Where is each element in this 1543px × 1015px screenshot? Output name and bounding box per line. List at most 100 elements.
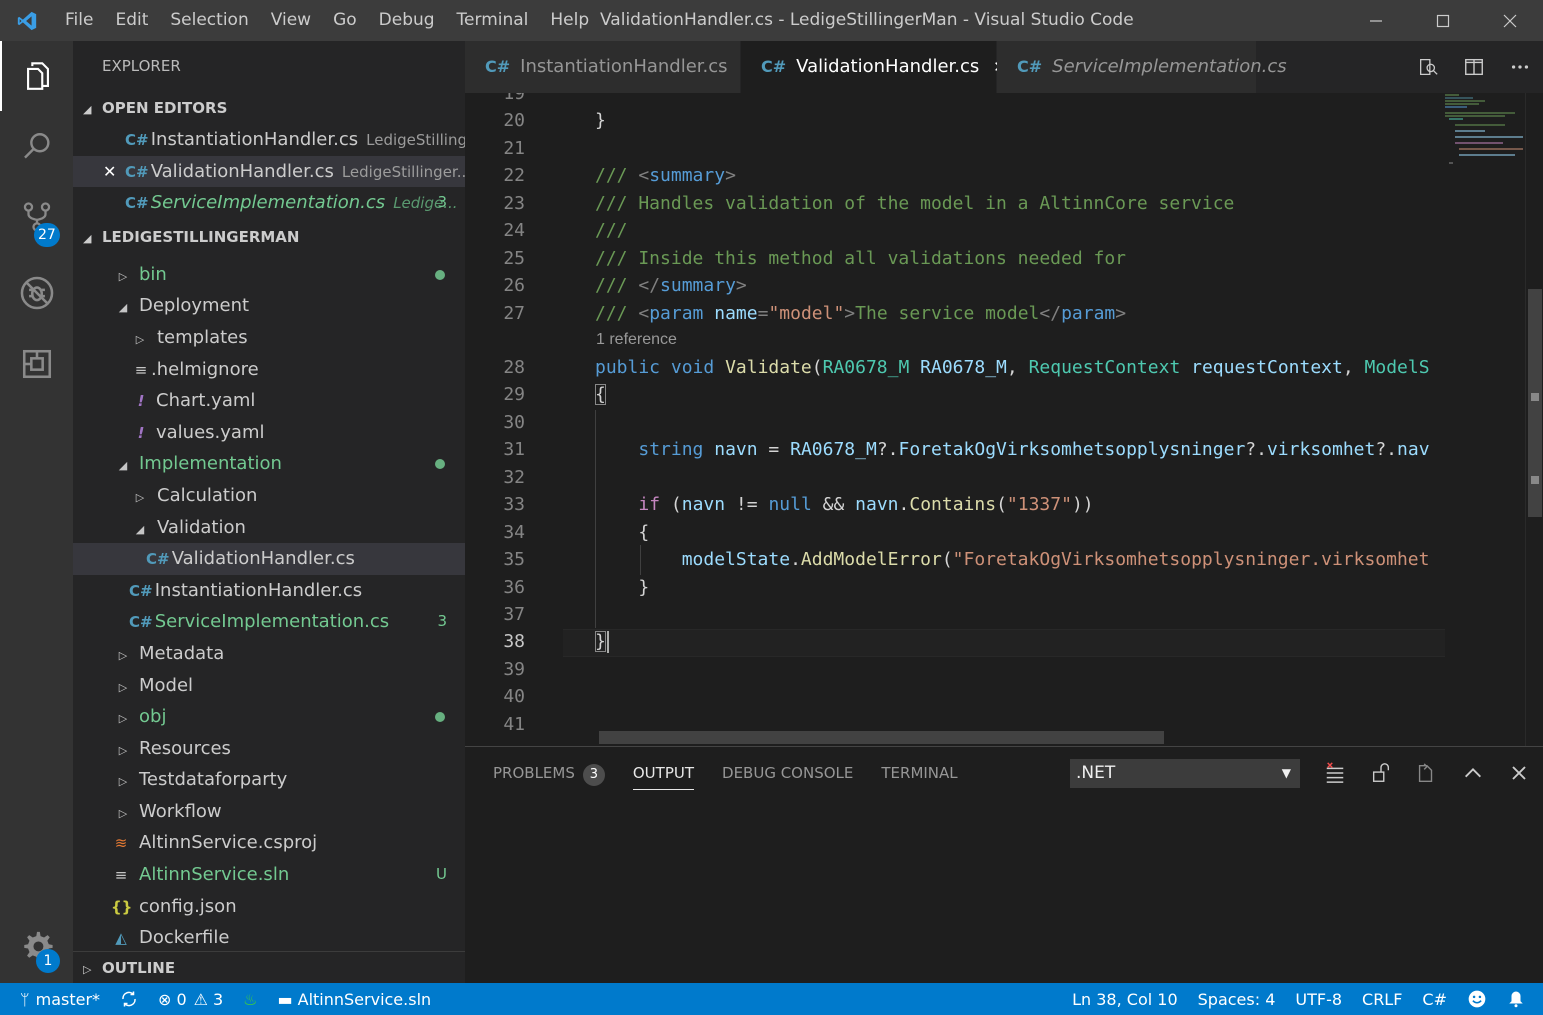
tab-label: TERMINAL (881, 764, 958, 782)
tree-file-serviceimplementation[interactable]: C# ServiceImplementation.cs 3 (73, 606, 465, 638)
code-token: ?. (1245, 439, 1267, 460)
panel-tabs: PROBLEMS 3 OUTPUT DEBUG CONSOLE TERMINAL (493, 747, 986, 799)
notifications-bell-icon[interactable] (1497, 990, 1543, 1008)
flame-icon[interactable]: ♨ (233, 990, 267, 1009)
tree-file-validationhandler[interactable]: C# ValidationHandler.cs (73, 543, 465, 575)
tree-file-csproj[interactable]: ≋ AltinnService.csproj (73, 827, 465, 859)
code-token: The service model (855, 303, 1040, 324)
horizontal-scrollbar-thumb[interactable] (599, 731, 1164, 744)
line-number: 21 (503, 138, 525, 159)
open-editors-header[interactable]: ◢ OPEN EDITORS (73, 92, 465, 124)
tab-validationhandler[interactable]: C#ValidationHandler.cs✕ (741, 41, 1006, 93)
extensions-icon[interactable] (0, 329, 73, 399)
tree-file-instantiationhandler[interactable]: C# InstantiationHandler.cs (73, 575, 465, 607)
debug-icon[interactable] (0, 258, 73, 328)
tab-output[interactable]: OUTPUT (632, 747, 695, 799)
menu-selection[interactable]: Selection (159, 0, 259, 41)
menu-view[interactable]: View (260, 0, 322, 41)
tree-folder-obj[interactable]: ▷ obj (73, 701, 465, 733)
minimap[interactable] (1445, 93, 1525, 746)
code-editor[interactable]: 19 20 21 22 23 24 25 26 27 28 29 30 31 3… (465, 93, 1445, 746)
lock-scroll-icon[interactable] (1358, 747, 1404, 799)
tree-label: AltinnService.csproj (139, 832, 318, 854)
tree-file-helmignore[interactable]: ≡ .helmignore (73, 354, 465, 386)
line-number: 36 (503, 577, 525, 598)
encoding-status[interactable]: UTF-8 (1285, 990, 1352, 1009)
tree-file-sln[interactable]: ≡ AltinnService.sln U (73, 859, 465, 891)
line-number: 29 (503, 384, 525, 405)
output-channel-select[interactable]: .NET ▼ (1070, 759, 1300, 788)
sync-icon[interactable] (110, 990, 148, 1008)
menu-edit[interactable]: Edit (104, 0, 159, 41)
split-editor-icon[interactable] (1451, 41, 1497, 93)
tab-debug-console[interactable]: DEBUG CONSOLE (722, 747, 853, 799)
tree-file-chart-yaml[interactable]: ! Chart.yaml (73, 385, 465, 417)
title-bar: File Edit Selection View Go Debug Termin… (0, 0, 1543, 41)
minimize-button[interactable] (1342, 0, 1409, 41)
open-editor-desc: LedigeStillinger... (341, 162, 465, 181)
tab-problems[interactable]: PROBLEMS 3 (493, 747, 605, 799)
csharp-file-icon: C# (761, 57, 787, 76)
close-icon[interactable]: ✕ (103, 156, 125, 188)
tab-label: ServiceImplementation.cs (1052, 56, 1287, 77)
more-actions-icon[interactable] (1497, 41, 1543, 93)
tree-file-config-json[interactable]: {} config.json (73, 891, 465, 923)
close-panel-icon[interactable] (1496, 747, 1542, 799)
menu-debug[interactable]: Debug (368, 0, 446, 41)
close-window-button[interactable] (1476, 0, 1543, 41)
scrollbar-marker (1531, 393, 1539, 401)
problems-status[interactable]: ⊗ 0 ⚠ 3 (148, 990, 233, 1009)
vertical-scrollbar[interactable] (1525, 93, 1543, 746)
tab-terminal[interactable]: TERMINAL (881, 747, 957, 799)
tree-file-values-yaml[interactable]: ! values.yaml (73, 417, 465, 449)
menu-file[interactable]: File (54, 0, 104, 41)
tree-file-dockerfile[interactable]: ◭ Dockerfile (73, 922, 465, 954)
activity-bar: 27 1 (0, 41, 73, 983)
indentation-status[interactable]: Spaces: 4 (1188, 990, 1286, 1009)
tree-folder-workflow[interactable]: ▷ Workflow (73, 796, 465, 828)
source-control-icon[interactable]: 27 (0, 182, 73, 252)
code-token: param (1061, 303, 1116, 324)
tree-folder-metadata[interactable]: ▷ Metadata (73, 638, 465, 670)
tab-serviceimplementation[interactable]: C# ServiceImplementation.cs (997, 41, 1287, 93)
code-lens-references[interactable]: 1 reference (596, 331, 677, 349)
menu-go[interactable]: Go (322, 0, 368, 41)
tree-folder-testdataforparty[interactable]: ▷ Testdataforparty (73, 764, 465, 796)
chevron-right-icon: ▷ (118, 712, 128, 726)
outline-header[interactable]: ▷ OUTLINE (73, 951, 465, 983)
clear-output-icon[interactable] (1312, 747, 1358, 799)
menu-terminal[interactable]: Terminal (446, 0, 540, 41)
search-icon[interactable] (0, 112, 73, 182)
code-line: modelState.AddModelError("ForetakOgVirks… (595, 549, 1430, 570)
feedback-smiley-icon[interactable] (1457, 989, 1497, 1009)
git-branch-status[interactable]: ᛘ master* (0, 990, 110, 1009)
tree-folder-deployment[interactable]: ◢ Deployment (73, 290, 465, 322)
tab-instantiationhandler[interactable]: C# InstantiationHandler.cs (465, 41, 741, 93)
tree-folder-implementation[interactable]: ◢ Implementation (73, 448, 465, 480)
settings-gear-icon[interactable]: 1 (0, 911, 73, 981)
tree-folder-model[interactable]: ▷ Model (73, 670, 465, 702)
code-token: param (649, 303, 715, 324)
maximize-panel-icon[interactable] (1450, 747, 1496, 799)
menu-help[interactable]: Help (539, 0, 600, 41)
yaml-file-icon: ! (137, 423, 145, 442)
tree-folder-validation[interactable]: ◢ Validation (73, 512, 465, 544)
open-changes-icon[interactable] (1405, 41, 1451, 93)
tree-folder-calculation[interactable]: ▷ Calculation (73, 480, 465, 512)
explorer-icon[interactable] (0, 41, 73, 111)
tree-folder-bin[interactable]: ▷ bin (73, 259, 465, 291)
code-token: != (725, 494, 769, 515)
language-mode[interactable]: C# (1412, 990, 1457, 1009)
line-number: 32 (503, 467, 525, 488)
cursor-position[interactable]: Ln 38, Col 10 (1062, 990, 1188, 1009)
open-editor-item[interactable]: ✕ C# ValidationHandler.cs LedigeStillinger… (73, 155, 465, 188)
tree-folder-resources[interactable]: ▷ Resources (73, 733, 465, 765)
open-editor-item[interactable]: C# ServiceImplementation.cs Ledige... 3 (73, 187, 465, 219)
open-editor-item[interactable]: C# InstantiationHandler.cs LedigeStilling… (73, 124, 465, 156)
project-header[interactable]: ◢ LEDIGESTILLINGERMAN (73, 221, 465, 253)
eol-status[interactable]: CRLF (1352, 990, 1412, 1009)
maximize-button[interactable] (1409, 0, 1476, 41)
open-log-file-icon[interactable] (1403, 747, 1449, 799)
tree-folder-templates[interactable]: ▷ templates (73, 322, 465, 354)
solution-status[interactable]: ▬ AltinnService.sln (268, 990, 442, 1009)
